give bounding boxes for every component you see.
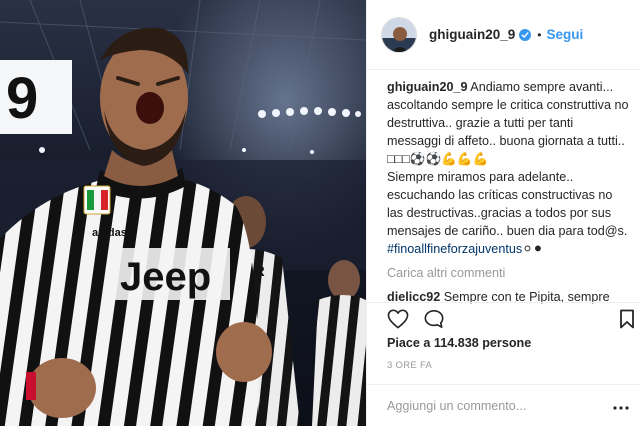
post-username[interactable]: ghiguain20_9 bbox=[429, 27, 515, 42]
likes-count[interactable]: Piace a 114.838 persone bbox=[387, 336, 531, 350]
brand-text: adidas bbox=[92, 227, 127, 239]
add-comment-bar bbox=[367, 384, 640, 426]
hashtag-emoji: ⚪⚫ bbox=[522, 242, 544, 256]
more-dots-icon[interactable] bbox=[613, 397, 629, 415]
caption-username[interactable]: ghiguain20_9 bbox=[387, 80, 467, 94]
avatar[interactable] bbox=[381, 16, 417, 53]
post-timestamp: 3 ORE FA bbox=[387, 360, 433, 371]
follow-button[interactable]: Segui bbox=[546, 27, 583, 42]
post-panel: ghiguain20_9 • Segui ghiguain20_9 Andiam… bbox=[366, 0, 640, 426]
scoreboard-digit: 9 bbox=[6, 66, 38, 131]
avatar-image bbox=[382, 17, 416, 52]
post-caption: ghiguain20_9 Andiamo sempre avanti... as… bbox=[387, 78, 629, 258]
photo-illustration: 9 DIAR 7 bbox=[0, 0, 366, 426]
add-comment-input[interactable] bbox=[387, 398, 597, 413]
caption-text-spanish: Siempre miramos para adelante.. escuchan… bbox=[387, 170, 628, 238]
heart-icon[interactable] bbox=[387, 309, 409, 334]
post-photo[interactable]: 9 DIAR 7 bbox=[0, 0, 366, 426]
bookmark-icon[interactable] bbox=[619, 309, 635, 334]
caption-emoji-line: □□□⚽⚽💪💪💪 bbox=[387, 152, 489, 166]
hashtag-link[interactable]: #finoallfineforzajuventus bbox=[387, 242, 522, 256]
comments-section: ghiguain20_9 Andiamo sempre avanti... as… bbox=[367, 70, 640, 304]
action-bar bbox=[367, 302, 640, 332]
separator-dot: • bbox=[537, 27, 542, 42]
comment-bubble-icon[interactable] bbox=[423, 309, 445, 334]
load-more-comments[interactable]: Carica altri commenti bbox=[387, 266, 629, 280]
verified-badge-icon bbox=[519, 28, 532, 41]
post-header: ghiguain20_9 • Segui bbox=[367, 0, 640, 70]
sponsor-text: Jeep bbox=[120, 255, 211, 299]
